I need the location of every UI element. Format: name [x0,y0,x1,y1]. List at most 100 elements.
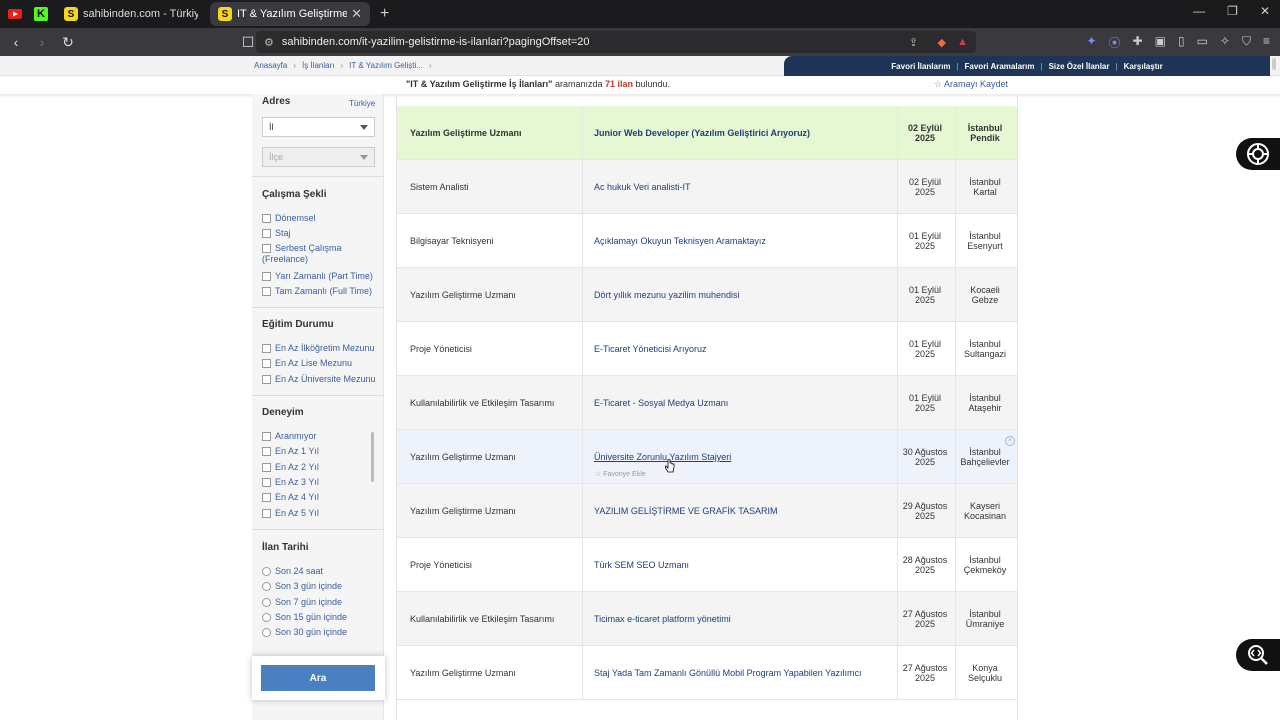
brave-rewards-icon[interactable]: ▲ [957,36,968,48]
back-icon[interactable]: ‹ [6,34,26,50]
listing-title-link[interactable]: Staj Yada Tam Zamanlı Gönüllü Mobil Prog… [594,646,894,700]
forward-icon[interactable]: › [32,34,52,50]
city-select[interactable]: İl [262,117,375,137]
country-link[interactable]: Türkiye [349,99,375,108]
pinned-tab-youtube[interactable] [4,3,26,25]
breadcrumb-home[interactable]: Anasayfa [254,61,287,70]
radio[interactable] [262,598,271,607]
radio[interactable] [262,628,271,637]
listing-title-link[interactable]: Türk SEM SEO Uzmanı [594,538,894,592]
breadcrumb-it[interactable]: IT & Yazılım Geliști... [349,61,423,70]
breadcrumb-jobs[interactable]: İş İlanları [302,61,334,70]
checkbox[interactable] [262,359,271,368]
checkbox[interactable] [262,509,271,518]
date-option[interactable]: Son 30 gün içinde [262,627,347,638]
listing-title-link[interactable]: Dört yıllık mezunu yazilim muhendisi [594,268,894,322]
education-option[interactable]: En Az Lise Mezunu [262,358,352,369]
work-type-option[interactable]: Yarı Zamanlı (Part Time) [262,271,373,282]
listing-row[interactable]: Yazılım Geliştirme Uzmanı Üniversite Zoru… [397,430,1017,484]
sidebar-toggle-icon[interactable]: ▯ [1178,34,1185,51]
listing-title-link[interactable]: E-Ticaret - Sosyal Medya Uzmanı [594,376,894,430]
date-option[interactable]: Son 15 gün içinde [262,612,347,623]
page-scrollbar[interactable] [1272,58,1278,658]
tab-sahibinden-home[interactable]: S sahibinden.com - Türkiye'nin Onl [56,2,206,26]
listing-title-link[interactable]: Ticimax e-ticaret platform yönetimi [594,592,894,646]
checkbox[interactable] [262,229,271,238]
date-option[interactable]: Son 24 saat [262,566,323,577]
tab-it-listings[interactable]: S IT & Yazılım Geliştirme İş İlanları ✕ [210,2,370,26]
wallet-icon[interactable]: ▭ [1197,34,1208,51]
favorite-listings-link[interactable]: Favori İlanlarım [891,62,950,71]
checkbox[interactable] [262,432,271,441]
extension-icon[interactable]: ▣ [1155,34,1166,51]
listing-title-link[interactable]: YAZILIM GELİŞTİRME VE GRAFİK TASARIM [594,484,894,538]
menu-icon[interactable]: ≡ [1263,34,1270,51]
work-type-option[interactable]: Serbest Çalışma (Freelance) [262,243,374,265]
listing-row[interactable]: Yazılım Geliştirme Uzmanı Staj Yada Tam Z… [397,646,1017,700]
checkbox[interactable] [262,463,271,472]
checkbox[interactable] [262,344,271,353]
checkbox[interactable] [262,272,271,281]
close-tab-icon[interactable]: ✕ [351,6,362,22]
experience-option[interactable]: En Az 3 Yıl [262,477,319,488]
experience-option[interactable]: En Az 2 Yıl [262,462,319,473]
site-info-icon[interactable]: ⚙ [264,36,274,49]
listing-row[interactable]: Yazılım Geliştirme Uzmanı YAZILIM GELİŞTİ… [397,484,1017,538]
share-icon[interactable]: ⇪ [909,36,918,49]
radio[interactable] [262,582,271,591]
extension-icon[interactable]: ⦿ [1109,34,1121,51]
minimize-icon[interactable]: — [1193,4,1205,18]
listing-row[interactable]: Bilgisayar Teknisyeni Açıklamayı Okuyun T… [397,214,1017,268]
bookmark-icon[interactable]: ☐ [238,34,258,51]
experience-option[interactable]: En Az 5 Yıl [262,508,319,519]
listing-title-link[interactable]: Ac hukuk Veri analisti-IT [594,160,894,214]
checkbox[interactable] [262,493,271,502]
listing-row[interactable]: Proje Yöneticisi Türk SEM SEO Uzmanı 28 Ağ… [397,538,1017,592]
checkbox[interactable] [262,214,271,223]
checkbox[interactable] [262,287,271,296]
experience-option[interactable]: En Az 1 Yıl [262,446,319,457]
favorite-searches-link[interactable]: Favori Aramalarım [965,62,1035,71]
checkbox[interactable] [262,244,271,253]
reload-icon[interactable]: ↻ [58,34,78,51]
listing-row[interactable]: Sistem Analisti Ac hukuk Veri analisti-IT… [397,160,1017,214]
experience-scrollbar[interactable] [371,432,374,482]
compare-link[interactable]: Karşılaştır [1124,62,1163,71]
date-option[interactable]: Son 7 gün içinde [262,597,342,608]
checkbox[interactable] [262,375,271,384]
search-button[interactable]: Ara [261,665,375,691]
close-window-icon[interactable]: ✕ [1260,4,1270,18]
listing-row[interactable]: Yazılım Geliştirme Uzmanı Junior Web Deve… [397,106,1017,160]
restore-icon[interactable]: ❐ [1227,4,1238,18]
work-type-option[interactable]: Dönemsel [262,213,316,224]
date-option[interactable]: Son 3 gün içinde [262,581,342,592]
work-type-option[interactable]: Staj [262,228,291,239]
education-option[interactable]: En Az İlköğretim Mezunu [262,343,375,354]
work-type-option[interactable]: Tam Zamanlı (Full Time) [262,286,372,297]
experience-option[interactable]: Aranmıyor [262,431,317,442]
brave-shield-icon[interactable]: ◆ [938,36,946,49]
radio[interactable] [262,567,271,576]
address-bar[interactable]: ⚙ sahibinden.com/it-yazilim-gelistirme-i… [256,31,976,53]
listing-row[interactable]: Yazılım Geliştirme Uzmanı Dört yıllık mez… [397,268,1017,322]
pinned-tab-k[interactable]: K [30,3,52,25]
leo-ai-icon[interactable]: ✧ [1220,34,1230,51]
listing-row[interactable]: Kullanılabilirlik ve Etkileşim Tasarımı E… [397,376,1017,430]
close-icon[interactable]: × [1005,436,1015,446]
page-scrollbar-thumb[interactable] [1272,58,1276,70]
listing-row[interactable]: Proje Yöneticisi E-Ticaret Yöneticisi Arı… [397,322,1017,376]
checkbox[interactable] [262,478,271,487]
personalized-listings-link[interactable]: Size Özel İlanlar [1049,62,1110,71]
new-tab-icon[interactable]: + [380,5,389,23]
save-search-button[interactable]: ☆ Aramayı Kaydet [934,79,1008,90]
checkbox[interactable] [262,447,271,456]
listing-title-link[interactable]: Junior Web Developer (Yazılım Geliştiric… [594,106,894,160]
education-option[interactable]: En Az Üniversite Mezunu [262,374,376,385]
listing-title-link[interactable]: Açıklamayı Okuyun Teknisyen Aramaktayız [594,214,894,268]
radio[interactable] [262,613,271,622]
experience-option[interactable]: En Az 4 Yıl [262,492,319,503]
listing-row[interactable]: Kullanılabilirlik ve Etkileşim Tasarımı T… [397,592,1017,646]
extension-icon[interactable]: ✦ [1086,34,1096,51]
add-favorite-button[interactable]: ☆ Favoriye Ekle [595,470,646,478]
puzzle-icon[interactable]: ✚ [1133,34,1143,51]
